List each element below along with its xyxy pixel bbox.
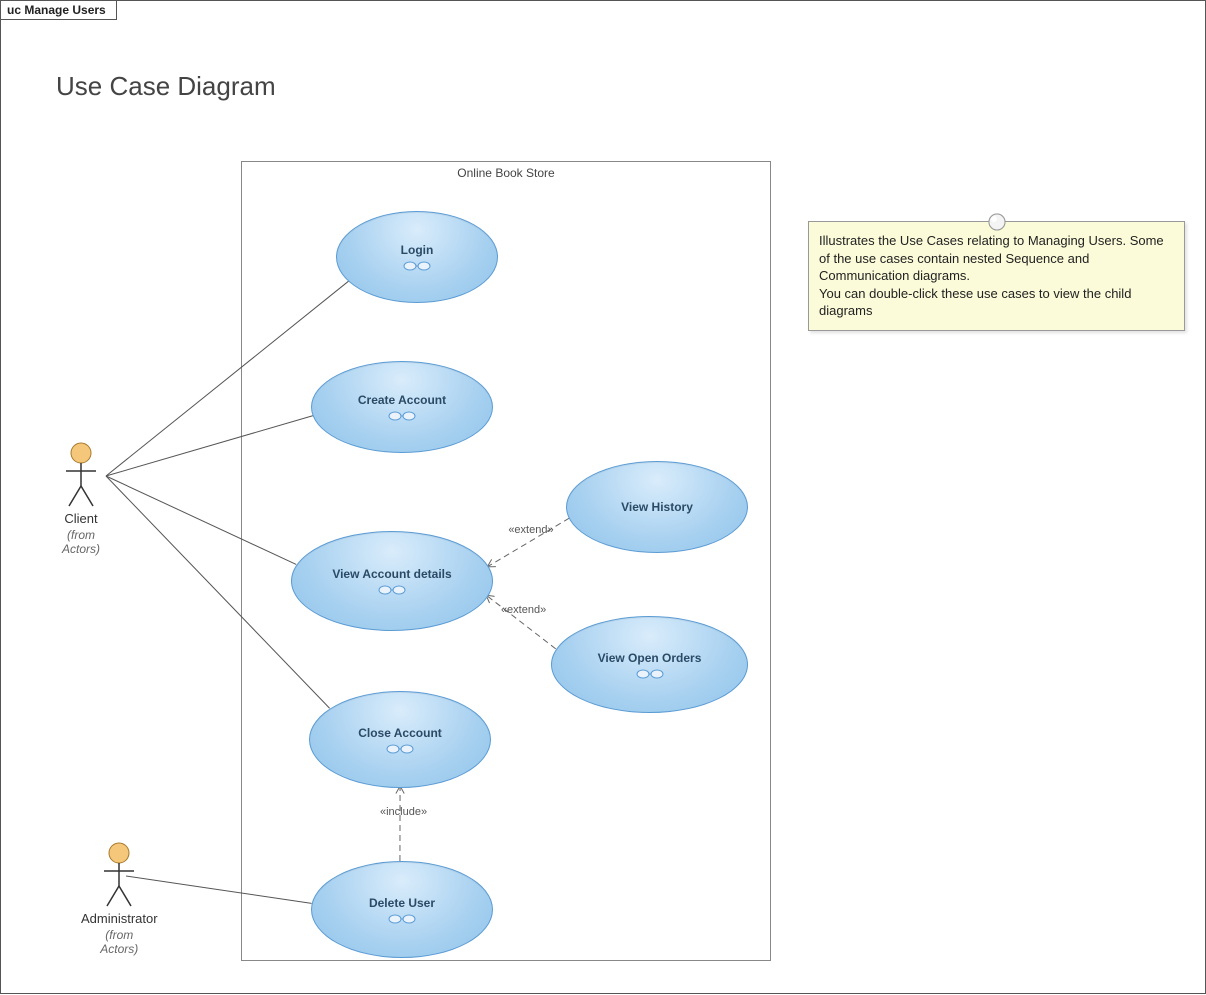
actor-name: Administrator xyxy=(81,911,158,926)
actor-stereotype: (fromActors) xyxy=(61,528,101,557)
usecase-create[interactable]: Create Account xyxy=(311,361,493,453)
nested-diagram-icon xyxy=(402,261,432,271)
pin-icon xyxy=(987,212,1007,232)
system-boundary-label: Online Book Store xyxy=(242,166,770,180)
nested-diagram-icon xyxy=(377,585,407,595)
actor-client[interactable]: Client (fromActors) xyxy=(61,441,101,557)
nested-diagram-icon xyxy=(387,411,417,421)
relationship-label: «extend» xyxy=(501,604,546,616)
actor-admin[interactable]: Administrator (fromActors) xyxy=(81,841,158,957)
usecase-login[interactable]: Login xyxy=(336,211,498,303)
diagram-note[interactable]: Illustrates the Use Cases relating to Ma… xyxy=(808,221,1185,331)
actor-name: Client xyxy=(61,511,101,526)
diagram-frame: uc Manage Users Use Case Diagram Online … xyxy=(0,0,1206,994)
diagram-title: Use Case Diagram xyxy=(56,71,276,102)
usecase-label: View Open Orders xyxy=(598,651,702,665)
usecase-delete[interactable]: Delete User xyxy=(311,861,493,958)
diagram-tab: uc Manage Users xyxy=(0,0,117,20)
usecase-label: Create Account xyxy=(358,393,446,407)
actor-stereotype: (fromActors) xyxy=(81,928,158,957)
relationship-label: «include» xyxy=(380,806,427,818)
nested-diagram-icon xyxy=(635,669,665,679)
usecase-label: Close Account xyxy=(358,726,442,740)
usecase-label: View Account details xyxy=(332,567,451,581)
usecase-viewhist[interactable]: View History xyxy=(566,461,748,553)
nested-diagram-icon xyxy=(385,744,415,754)
usecase-viewopen[interactable]: View Open Orders xyxy=(551,616,748,713)
note-line: Illustrates the Use Cases relating to Ma… xyxy=(819,232,1174,285)
relationship-label: «extend» xyxy=(508,524,553,536)
nested-diagram-icon xyxy=(387,914,417,924)
diagram-tab-label: uc Manage Users xyxy=(7,3,106,17)
usecase-viewacct[interactable]: View Account details xyxy=(291,531,493,631)
note-line: You can double-click these use cases to … xyxy=(819,285,1174,320)
usecase-label: View History xyxy=(621,500,693,514)
usecase-label: Login xyxy=(401,243,434,257)
usecase-close[interactable]: Close Account xyxy=(309,691,491,788)
usecase-label: Delete User xyxy=(369,896,435,910)
